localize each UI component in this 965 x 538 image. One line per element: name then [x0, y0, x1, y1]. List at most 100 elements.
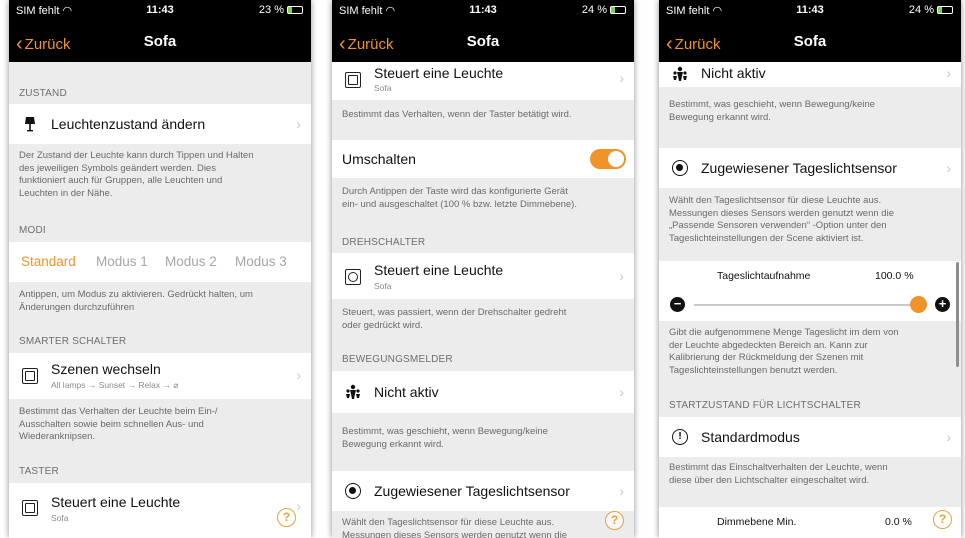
- tab-modus-3[interactable]: Modus 3: [235, 254, 287, 269]
- battery-icon: [610, 6, 626, 14]
- row-bewegungsmelder[interactable]: Nicht aktiv ›: [659, 62, 961, 87]
- description-umschalten: Durch Antippen der Taste wird das konfig…: [342, 186, 577, 210]
- aufnahme-label: Tageslichtaufnahme: [717, 270, 811, 282]
- section-header-zustand: ZUSTAND: [19, 88, 67, 99]
- page-title: Sofa: [466, 33, 500, 50]
- section-header-bewegungsmelder: BEWEGUNGSMELDER: [342, 354, 453, 365]
- chevron-right-icon: ›: [296, 367, 301, 383]
- switch-icon: [22, 368, 38, 384]
- status-battery: 24 %: [582, 4, 626, 16]
- row-taster[interactable]: Steuert eine Leuchte Sofa ›: [9, 483, 311, 538]
- nav-bar: ‹ Zurück Sofa: [9, 30, 311, 56]
- row-label: Leuchtenzustand ändern: [51, 116, 206, 132]
- top-bar: SIM fehlt ◠ 11:43 24 % ‹ Zurück Sofa: [659, 0, 961, 62]
- info-icon: !: [672, 429, 688, 445]
- chevron-right-icon: ›: [619, 483, 624, 499]
- motion-people-icon: [672, 66, 688, 82]
- plus-button[interactable]: +: [935, 297, 950, 312]
- row-label: Umschalten: [342, 151, 416, 167]
- row-dimmebene-min: Dimmebene Min. 0.0 %: [659, 507, 961, 538]
- screen-1: SIM fehlt ◠ 11:43 23 % ‹ Zurück Sofa ZUST…: [9, 0, 311, 538]
- description-tageslichtsensor: Wählt den Tageslichtsensor für diese Leu…: [342, 517, 567, 538]
- row-label: Standardmodus: [701, 429, 800, 445]
- slider-track[interactable]: [694, 304, 927, 306]
- nav-bar: ‹ Zurück Sofa: [659, 30, 961, 56]
- aufnahme-value: 100.0 %: [875, 270, 914, 282]
- tab-modus-2[interactable]: Modus 2: [165, 254, 217, 269]
- description-taster: Bestimmt das Verhalten, wenn der Taster …: [342, 109, 572, 120]
- row-label: Nicht aktiv: [701, 65, 766, 81]
- battery-icon: [937, 6, 953, 14]
- row-leuchtenzustand[interactable]: Leuchtenzustand ändern ›: [9, 104, 311, 144]
- motion-people-icon: [345, 384, 361, 400]
- row-umschalten[interactable]: Umschalten: [332, 140, 634, 178]
- section-header-drehschalter: DREHSCHALTER: [342, 237, 426, 248]
- section-header-startzustand: STARTZUSTAND FÜR LICHTSCHALTER: [669, 400, 861, 411]
- status-bar: SIM fehlt ◠ 11:43 23 %: [9, 4, 311, 20]
- chevron-right-icon: ›: [946, 65, 951, 81]
- chevron-right-icon: ›: [296, 498, 301, 514]
- page-title: Sofa: [793, 33, 827, 50]
- row-label: Steuert eine Leuchte: [374, 262, 504, 278]
- top-bar: SIM fehlt ◠ 11:43 24 % ‹ Zurück Sofa: [332, 0, 634, 62]
- row-label: Zugewiesener Tageslichtsensor: [374, 483, 570, 499]
- description-tageslichtaufnahme: Gibt die aufgenommene Menge Tageslicht i…: [669, 327, 899, 376]
- mode-tabs: Standard Modus 1 Modus 2 Modus 3: [9, 242, 311, 282]
- row-label: Zugewiesener Tageslichtsensor: [701, 160, 897, 176]
- row-szenen-wechseln[interactable]: Szenen wechseln All lamps → Sunset → Rel…: [9, 353, 311, 399]
- switch-icon: [22, 500, 38, 516]
- description-bewegungsmelder: Bestimmt, was geschieht, wenn Bewegung/k…: [669, 99, 875, 123]
- row-label: Szenen wechseln: [51, 361, 161, 377]
- umschalten-toggle[interactable]: [590, 149, 626, 169]
- chevron-right-icon: ›: [946, 160, 951, 176]
- chevron-right-icon: ›: [946, 429, 951, 445]
- sensor-target-icon: [345, 483, 361, 499]
- description-smarter-schalter: Bestimmt das Verhalten der Leuchte beim …: [19, 406, 218, 442]
- status-battery: 23 %: [259, 4, 303, 16]
- settings-list[interactable]: Steuert eine Leuchte Sofa › Bestimmt das…: [332, 62, 634, 538]
- dial-switch-icon: [345, 269, 361, 285]
- help-button[interactable]: ?: [277, 508, 296, 527]
- tab-standard[interactable]: Standard: [21, 254, 76, 269]
- description-startzustand: Bestimmt das Einschaltverhalten der Leuc…: [669, 462, 888, 486]
- row-subtitle: All lamps → Sunset → Relax → ⌀: [51, 380, 179, 390]
- minus-button[interactable]: −: [670, 297, 685, 312]
- row-bewegungsmelder[interactable]: Nicht aktiv ›: [332, 371, 634, 413]
- sensor-target-icon: [672, 160, 688, 176]
- tab-modus-1[interactable]: Modus 1: [96, 254, 148, 269]
- settings-list[interactable]: Nicht aktiv › Bestimmt, was geschieht, w…: [659, 62, 961, 538]
- chevron-right-icon: ›: [619, 268, 624, 284]
- row-startzustand[interactable]: ! Standardmodus ›: [659, 417, 961, 457]
- row-label: Steuert eine Leuchte: [374, 65, 504, 81]
- row-label: Steuert eine Leuchte: [51, 494, 181, 510]
- scrollbar[interactable]: [956, 262, 959, 367]
- row-drehschalter[interactable]: Steuert eine Leuchte Sofa ›: [332, 253, 634, 299]
- slider-thumb[interactable]: [910, 296, 927, 313]
- help-button[interactable]: ?: [605, 511, 624, 530]
- status-bar: SIM fehlt ◠ 11:43 24 %: [659, 4, 961, 20]
- description-tageslichtsensor: Wählt den Tageslichtsensor für diese Leu…: [669, 195, 894, 244]
- chevron-right-icon: ›: [296, 116, 301, 132]
- dimmebene-label: Dimmebene Min.: [717, 516, 797, 528]
- description-drehschalter: Steuert, was passiert, wenn der Drehscha…: [342, 307, 567, 331]
- page-title: Sofa: [143, 33, 177, 50]
- row-taster[interactable]: Steuert eine Leuchte Sofa ›: [332, 62, 634, 100]
- description-bewegungsmelder: Bestimmt, was geschieht, wenn Bewegung/k…: [342, 426, 548, 450]
- help-button[interactable]: ?: [933, 510, 952, 529]
- row-tageslichtsensor[interactable]: Zugewiesener Tageslichtsensor ›: [332, 471, 634, 511]
- switch-icon: [345, 72, 361, 88]
- row-subtitle: Sofa: [374, 281, 392, 291]
- screen-3: SIM fehlt ◠ 11:43 24 % ‹ Zurück Sofa Nich…: [659, 0, 961, 538]
- chevron-right-icon: ›: [619, 384, 624, 400]
- chevron-right-icon: ›: [619, 70, 624, 86]
- row-subtitle: Sofa: [51, 513, 69, 523]
- section-header-modi: MODI: [19, 225, 46, 236]
- top-bar: SIM fehlt ◠ 11:43 23 % ‹ Zurück Sofa: [9, 0, 311, 62]
- settings-list[interactable]: ZUSTAND Leuchtenzustand ändern › Der Zus…: [9, 62, 311, 538]
- row-tageslichtaufnahme: Tageslichtaufnahme 100.0 % − +: [659, 261, 961, 321]
- status-bar: SIM fehlt ◠ 11:43 24 %: [332, 4, 634, 20]
- row-tageslichtsensor[interactable]: Zugewiesener Tageslichtsensor ›: [659, 148, 961, 188]
- row-subtitle: Sofa: [374, 83, 392, 93]
- dimmebene-value: 0.0 %: [885, 516, 912, 528]
- row-label: Nicht aktiv: [374, 384, 439, 400]
